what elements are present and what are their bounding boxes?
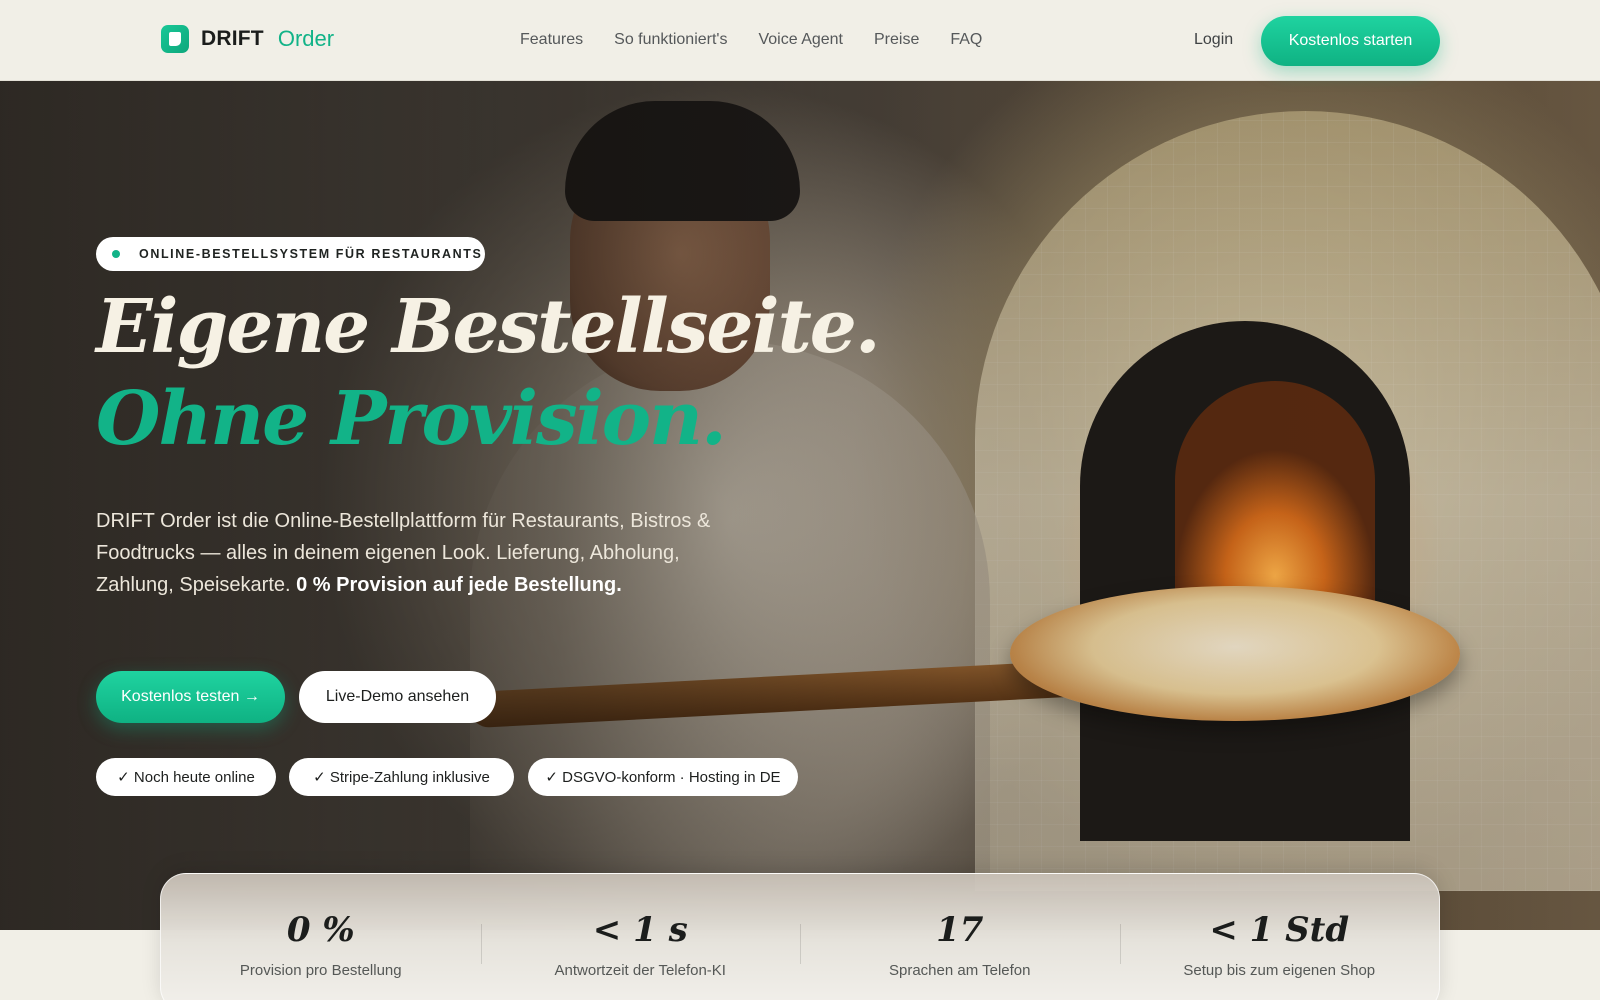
status-dot-icon [112,250,120,258]
hero-headline: Eigene Bestellseite. Ohne Provision. [96,281,881,465]
stat-label: Setup bis zum eigenen Shop [1183,962,1376,979]
try-free-button[interactable]: Kostenlos testen → [96,671,285,723]
stat-label: Provision pro Bestellung [239,962,402,979]
hero-section: ONLINE-BESTELLSYSTEM FÜR RESTAURANTS Eig… [0,81,1600,930]
drift-logo-icon [161,25,189,53]
live-demo-button[interactable]: Live-Demo ansehen [299,671,496,723]
stat-value: 17 [936,910,984,950]
stat-value: < 1 Std [1209,910,1350,950]
hero-description-bold: 0 % Provision auf jede Bestellung. [296,574,622,596]
stat-label: Antwortzeit der Telefon-KI [554,962,726,979]
stat-response-time: < 1 s Antwortzeit der Telefon-KI [480,874,801,1000]
nav-link-features[interactable]: Features [520,31,583,49]
stat-setup-time: < 1 Std Setup bis zum eigenen Shop [1119,874,1440,1000]
feature-pill-online-today: ✓ Noch heute online [96,758,276,796]
stat-commission: 0 % Provision pro Bestellung [161,874,481,1000]
nav-link-how-it-works[interactable]: So funktioniert's [614,31,727,49]
stat-languages: 17 Sprachen am Telefon [800,874,1120,1000]
nav-link-voice-agent[interactable]: Voice Agent [758,31,843,49]
logo-accent-text: Order [277,26,335,51]
nav-link-pricing[interactable]: Preise [874,31,919,49]
login-link[interactable]: Login [1194,31,1233,49]
hero-description: DRIFT Order ist die Online-Bestellplattf… [96,505,736,601]
logo-text: DRIFT [201,27,264,50]
stat-value: < 1 s [592,910,688,950]
stat-label: Sprachen am Telefon [889,962,1031,979]
nav-link-faq[interactable]: FAQ [950,31,982,49]
nav-links: Features So funktioniert's Voice Agent P… [520,31,982,49]
feature-pill-stripe: ✓ Stripe-Zahlung inklusive [289,758,514,796]
headline-line-1: Eigene Bestellseite. [96,284,881,370]
top-navigation: DRIFT Order Features So funktioniert's V… [0,0,1600,81]
headline-line-2: Ohne Provision. [96,376,727,462]
start-free-button[interactable]: Kostenlos starten [1261,16,1440,66]
hero-badge-text: ONLINE-BESTELLSYSTEM FÜR RESTAURANTS [139,247,483,261]
hero-badge: ONLINE-BESTELLSYSTEM FÜR RESTAURANTS [96,237,485,271]
stats-panel: 0 % Provision pro Bestellung < 1 s Antwo… [160,873,1440,1000]
feature-pill-gdpr: ✓ DSGVO-konform · Hosting in DE [528,758,798,796]
brand-logo[interactable]: DRIFT Order [161,25,334,53]
stat-value: 0 % [286,910,355,950]
